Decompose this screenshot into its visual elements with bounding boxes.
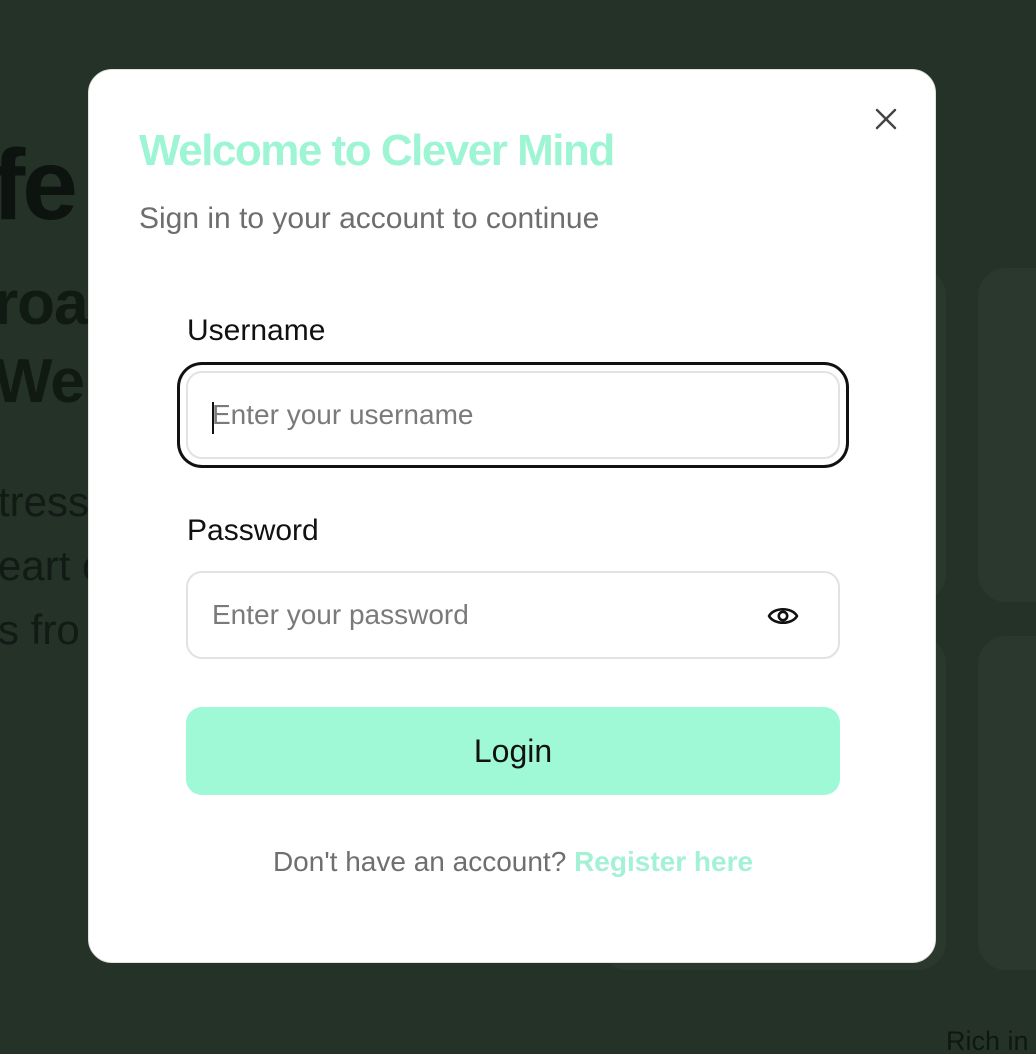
background-paragraph-line: s fro xyxy=(0,606,80,653)
modal-title: Welcome to Clever Mind xyxy=(139,126,615,175)
toggle-password-visibility-button[interactable] xyxy=(766,601,800,631)
password-label: Password xyxy=(187,514,319,547)
modal-subtitle: Sign in to your account to continue xyxy=(139,202,600,235)
username-field-container xyxy=(186,371,840,459)
background-subheading-line: roa xyxy=(0,269,88,338)
register-link[interactable]: Register here xyxy=(574,846,753,877)
background-paragraph-line: tress xyxy=(0,478,90,525)
close-button[interactable] xyxy=(871,104,901,134)
login-button[interactable]: Login xyxy=(186,707,840,795)
background-feature-card xyxy=(978,268,1036,602)
username-input[interactable] xyxy=(188,373,838,457)
background-feature-card xyxy=(978,636,1036,970)
username-label: Username xyxy=(187,314,326,347)
password-input[interactable] xyxy=(188,573,838,657)
background-subheading-line: Wel xyxy=(0,347,101,416)
text-cursor xyxy=(212,402,214,434)
register-prompt-text: Don't have an account? xyxy=(272,846,567,877)
password-field-container xyxy=(186,571,840,659)
background-hero-heading: fe xyxy=(0,129,78,241)
close-icon xyxy=(875,108,897,130)
eye-icon xyxy=(767,607,799,625)
register-prompt: Don't have an account? Register here xyxy=(89,846,937,878)
background-caption: Rich in xyxy=(946,1026,1029,1054)
login-modal: Welcome to Clever Mind Sign in to your a… xyxy=(88,69,936,963)
